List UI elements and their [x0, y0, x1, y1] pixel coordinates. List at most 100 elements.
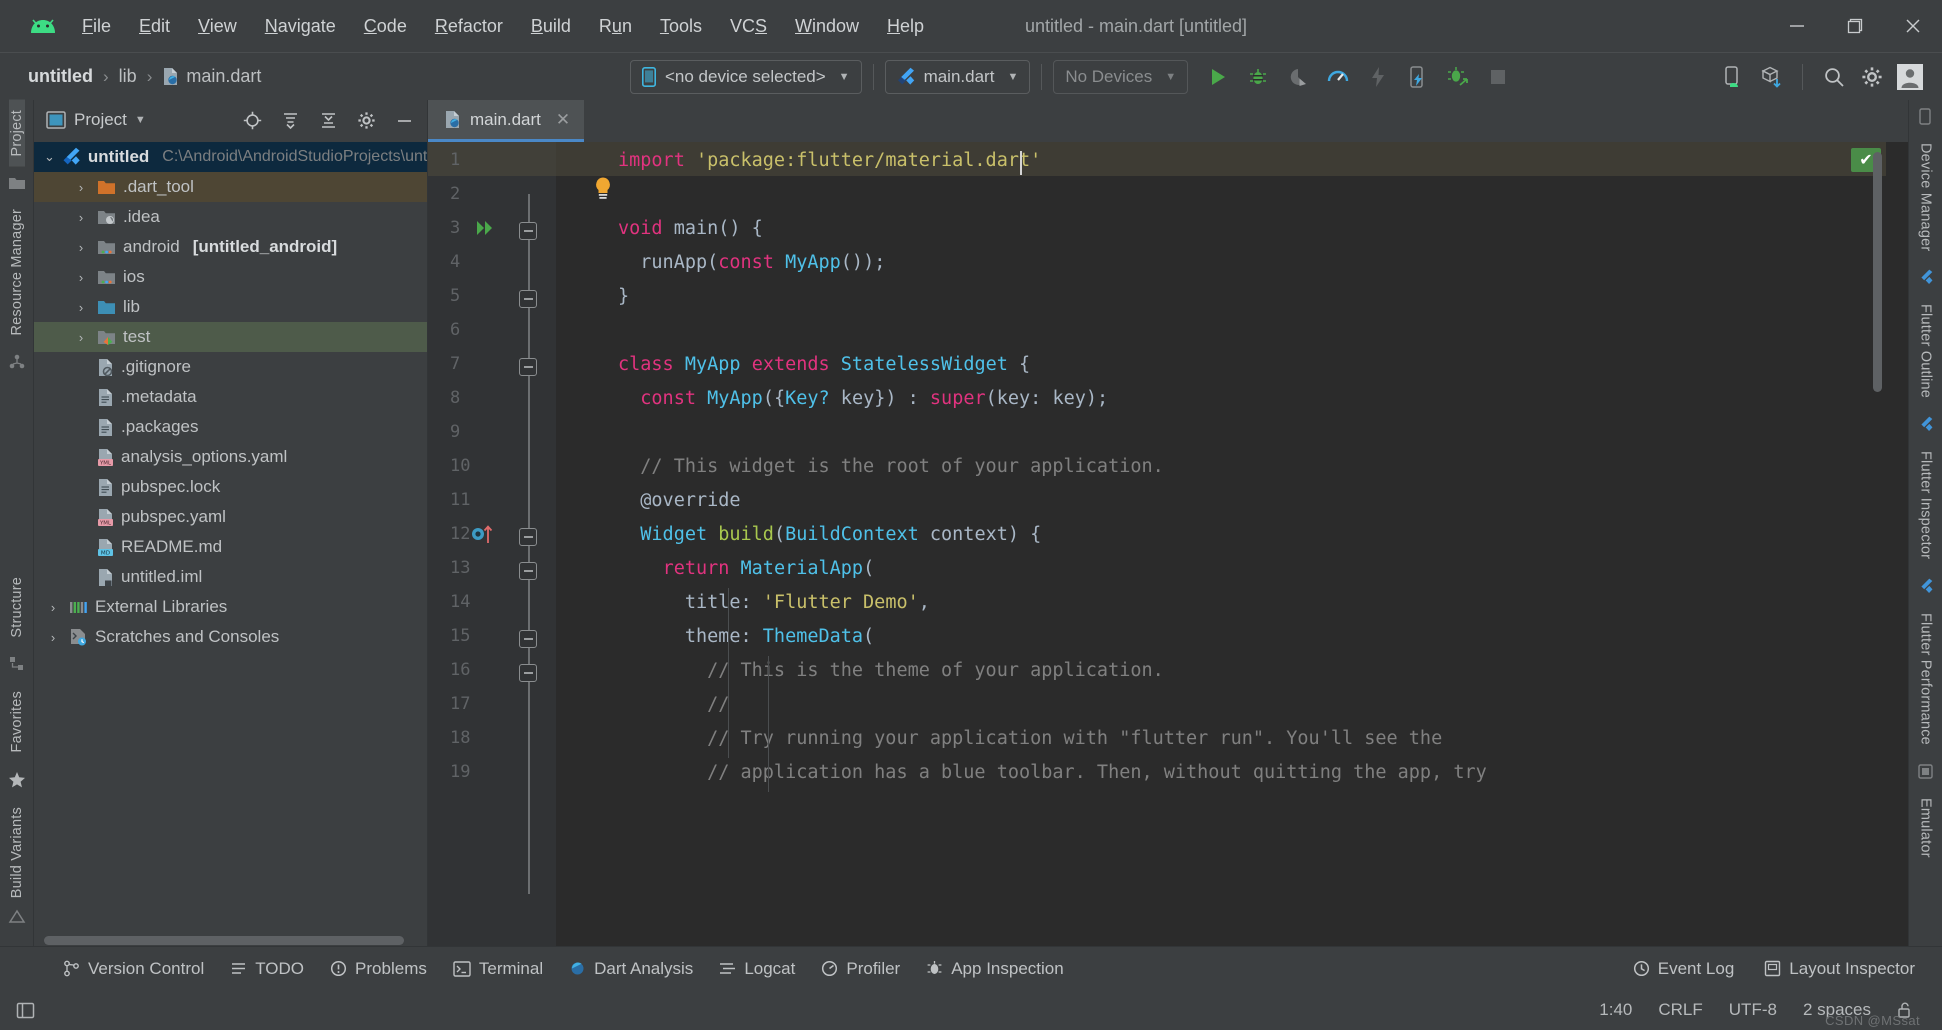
- tree-node-ios[interactable]: ›ios: [34, 262, 427, 292]
- stripe-tab-flutter-performance[interactable]: Flutter Performance: [1918, 603, 1934, 755]
- tree-node-scratches-and-consoles[interactable]: ›Scratches and Consoles: [34, 622, 427, 652]
- tree-node-pubspec-yaml[interactable]: ›YMLpubspec.yaml: [34, 502, 427, 532]
- stripe-tab-device-manager[interactable]: Device Manager: [1918, 133, 1934, 261]
- fold-marker[interactable]: [519, 222, 537, 240]
- run-configuration-selector[interactable]: main.dart ▼: [885, 60, 1031, 94]
- tree-node--idea[interactable]: ›.idea: [34, 202, 427, 232]
- hide-panel-button[interactable]: [389, 106, 419, 134]
- star-icon[interactable]: [8, 771, 26, 789]
- breadcrumb-item-untitled[interactable]: untitled: [22, 64, 99, 89]
- tree-node--gitignore[interactable]: ›.gitignore: [34, 352, 427, 382]
- chevron-right-icon[interactable]: ›: [72, 210, 90, 225]
- flutter-performance-stripe-icon[interactable]: [1917, 578, 1934, 595]
- fold-marker[interactable]: [519, 630, 537, 648]
- tree-node-test[interactable]: ›test: [34, 322, 427, 352]
- menu-item-file[interactable]: File: [68, 10, 125, 43]
- fold-marker[interactable]: [519, 562, 537, 580]
- menu-item-navigate[interactable]: Navigate: [251, 10, 350, 43]
- tool-window-event-log[interactable]: Event Log: [1620, 955, 1748, 983]
- run-button[interactable]: [1200, 59, 1236, 95]
- chevron-right-icon[interactable]: ›: [72, 240, 90, 255]
- code-editor[interactable]: 12345678910111213141516171819 import 'pa…: [428, 142, 1908, 946]
- stripe-tab-structure[interactable]: Structure: [9, 567, 25, 648]
- minimize-button[interactable]: [1768, 0, 1826, 52]
- fold-marker[interactable]: [519, 290, 537, 308]
- chevron-right-icon[interactable]: ›: [72, 270, 90, 285]
- menu-item-code[interactable]: Code: [350, 10, 421, 43]
- tool-window-layout-inspector[interactable]: Layout Inspector: [1751, 955, 1928, 983]
- expand-all-button[interactable]: [275, 106, 305, 134]
- editor-gutter[interactable]: 12345678910111213141516171819: [428, 142, 556, 946]
- editor-vertical-scrollbar[interactable]: [1873, 152, 1882, 392]
- file-encoding[interactable]: UTF-8: [1716, 997, 1790, 1023]
- menu-item-window[interactable]: Window: [781, 10, 873, 43]
- tree-node-analysis-options-yaml[interactable]: ›YMLanalysis_options.yaml: [34, 442, 427, 472]
- maximize-button[interactable]: [1826, 0, 1884, 52]
- chevron-right-icon[interactable]: ›: [72, 300, 90, 315]
- debug-button[interactable]: [1240, 59, 1276, 95]
- project-horizontal-scrollbar[interactable]: [34, 935, 427, 946]
- run-gutter-icon[interactable]: [474, 217, 496, 239]
- fold-marker[interactable]: [519, 664, 537, 682]
- menu-item-run[interactable]: Run: [585, 10, 646, 43]
- stripe-tab-resource-manager[interactable]: Resource Manager: [9, 199, 25, 346]
- chevron-right-icon[interactable]: ›: [44, 630, 62, 645]
- breadcrumb-item-lib[interactable]: lib: [113, 64, 143, 89]
- stripe-tab-emulator[interactable]: Emulator: [1918, 788, 1934, 868]
- tree-node-android[interactable]: ›android[untitled_android]: [34, 232, 427, 262]
- line-separator[interactable]: CRLF: [1645, 997, 1715, 1023]
- stripe-tab-flutter-inspector[interactable]: Flutter Inspector: [1918, 441, 1934, 569]
- emulator-stripe-icon[interactable]: [1917, 763, 1934, 780]
- select-opened-file-button[interactable]: [237, 106, 267, 134]
- stripe-tab-flutter-outline[interactable]: Flutter Outline: [1918, 294, 1934, 408]
- menu-item-refactor[interactable]: Refactor: [421, 10, 517, 43]
- tree-node--metadata[interactable]: ›.metadata: [34, 382, 427, 412]
- tool-window-problems[interactable]: Problems: [317, 955, 440, 983]
- account-button[interactable]: [1892, 59, 1928, 95]
- sdk-manager-button[interactable]: [1753, 59, 1789, 95]
- caret-position[interactable]: 1:40: [1586, 997, 1645, 1023]
- resource-folder-icon[interactable]: [8, 175, 26, 191]
- search-everywhere-button[interactable]: [1816, 59, 1852, 95]
- flutter-inspector-stripe-icon[interactable]: [1917, 416, 1934, 433]
- editor-tab-main-dart[interactable]: main.dart ✕: [428, 100, 584, 142]
- chevron-right-icon[interactable]: ›: [72, 180, 90, 195]
- chevron-down-icon[interactable]: ⌄: [44, 149, 55, 165]
- menu-item-build[interactable]: Build: [517, 10, 585, 43]
- tree-node-untitled-iml[interactable]: ›untitled.iml: [34, 562, 427, 592]
- menu-item-vcs[interactable]: VCS: [716, 10, 781, 43]
- stripe-tab-favorites[interactable]: Favorites: [9, 681, 25, 762]
- lightbulb-icon[interactable]: [592, 176, 614, 202]
- run-coverage-button[interactable]: [1280, 59, 1316, 95]
- settings-button[interactable]: [1854, 59, 1890, 95]
- menu-item-view[interactable]: View: [184, 10, 251, 43]
- stop-button[interactable]: [1480, 59, 1516, 95]
- tree-node--packages[interactable]: ›.packages: [34, 412, 427, 442]
- tree-node-readme-md[interactable]: ›MDREADME.md: [34, 532, 427, 562]
- resource-manager-icon[interactable]: [8, 353, 26, 371]
- fold-marker[interactable]: [519, 358, 537, 376]
- tree-node-external-libraries[interactable]: ›External Libraries: [34, 592, 427, 622]
- breadcrumb-item-main-dart[interactable]: main.dart: [156, 64, 267, 89]
- tool-window-version-control[interactable]: Version Control: [50, 955, 217, 983]
- code-text-area[interactable]: import 'package:flutter/material.dart'vo…: [556, 142, 1908, 946]
- device-manager-stripe-icon[interactable]: [1917, 108, 1934, 125]
- devices-selector[interactable]: No Devices ▼: [1053, 60, 1188, 94]
- toggle-toolwindows-button[interactable]: [0, 1001, 50, 1020]
- open-devtools-button[interactable]: [1400, 59, 1436, 95]
- close-button[interactable]: [1884, 0, 1942, 52]
- chevron-down-icon[interactable]: ▼: [135, 114, 146, 126]
- device-manager-button[interactable]: [1715, 59, 1751, 95]
- fold-marker[interactable]: [519, 528, 537, 546]
- override-method-gutter-icon[interactable]: [470, 522, 496, 546]
- tool-window-logcat[interactable]: Logcat: [706, 955, 808, 983]
- tool-window-app-inspection[interactable]: App Inspection: [913, 955, 1076, 983]
- tree-node-pubspec-lock[interactable]: ›pubspec.lock: [34, 472, 427, 502]
- stripe-tab-project[interactable]: Project: [9, 100, 25, 167]
- stripe-tab-build-variants[interactable]: Build Variants: [9, 797, 25, 908]
- build-variants-icon[interactable]: [8, 908, 26, 938]
- tree-node-untitled[interactable]: ⌄untitledC:\Android\AndroidStudioProject…: [34, 142, 427, 172]
- structure-icon[interactable]: [8, 655, 26, 673]
- tool-window-terminal[interactable]: Terminal: [440, 955, 556, 983]
- attach-debugger-button[interactable]: [1440, 59, 1476, 95]
